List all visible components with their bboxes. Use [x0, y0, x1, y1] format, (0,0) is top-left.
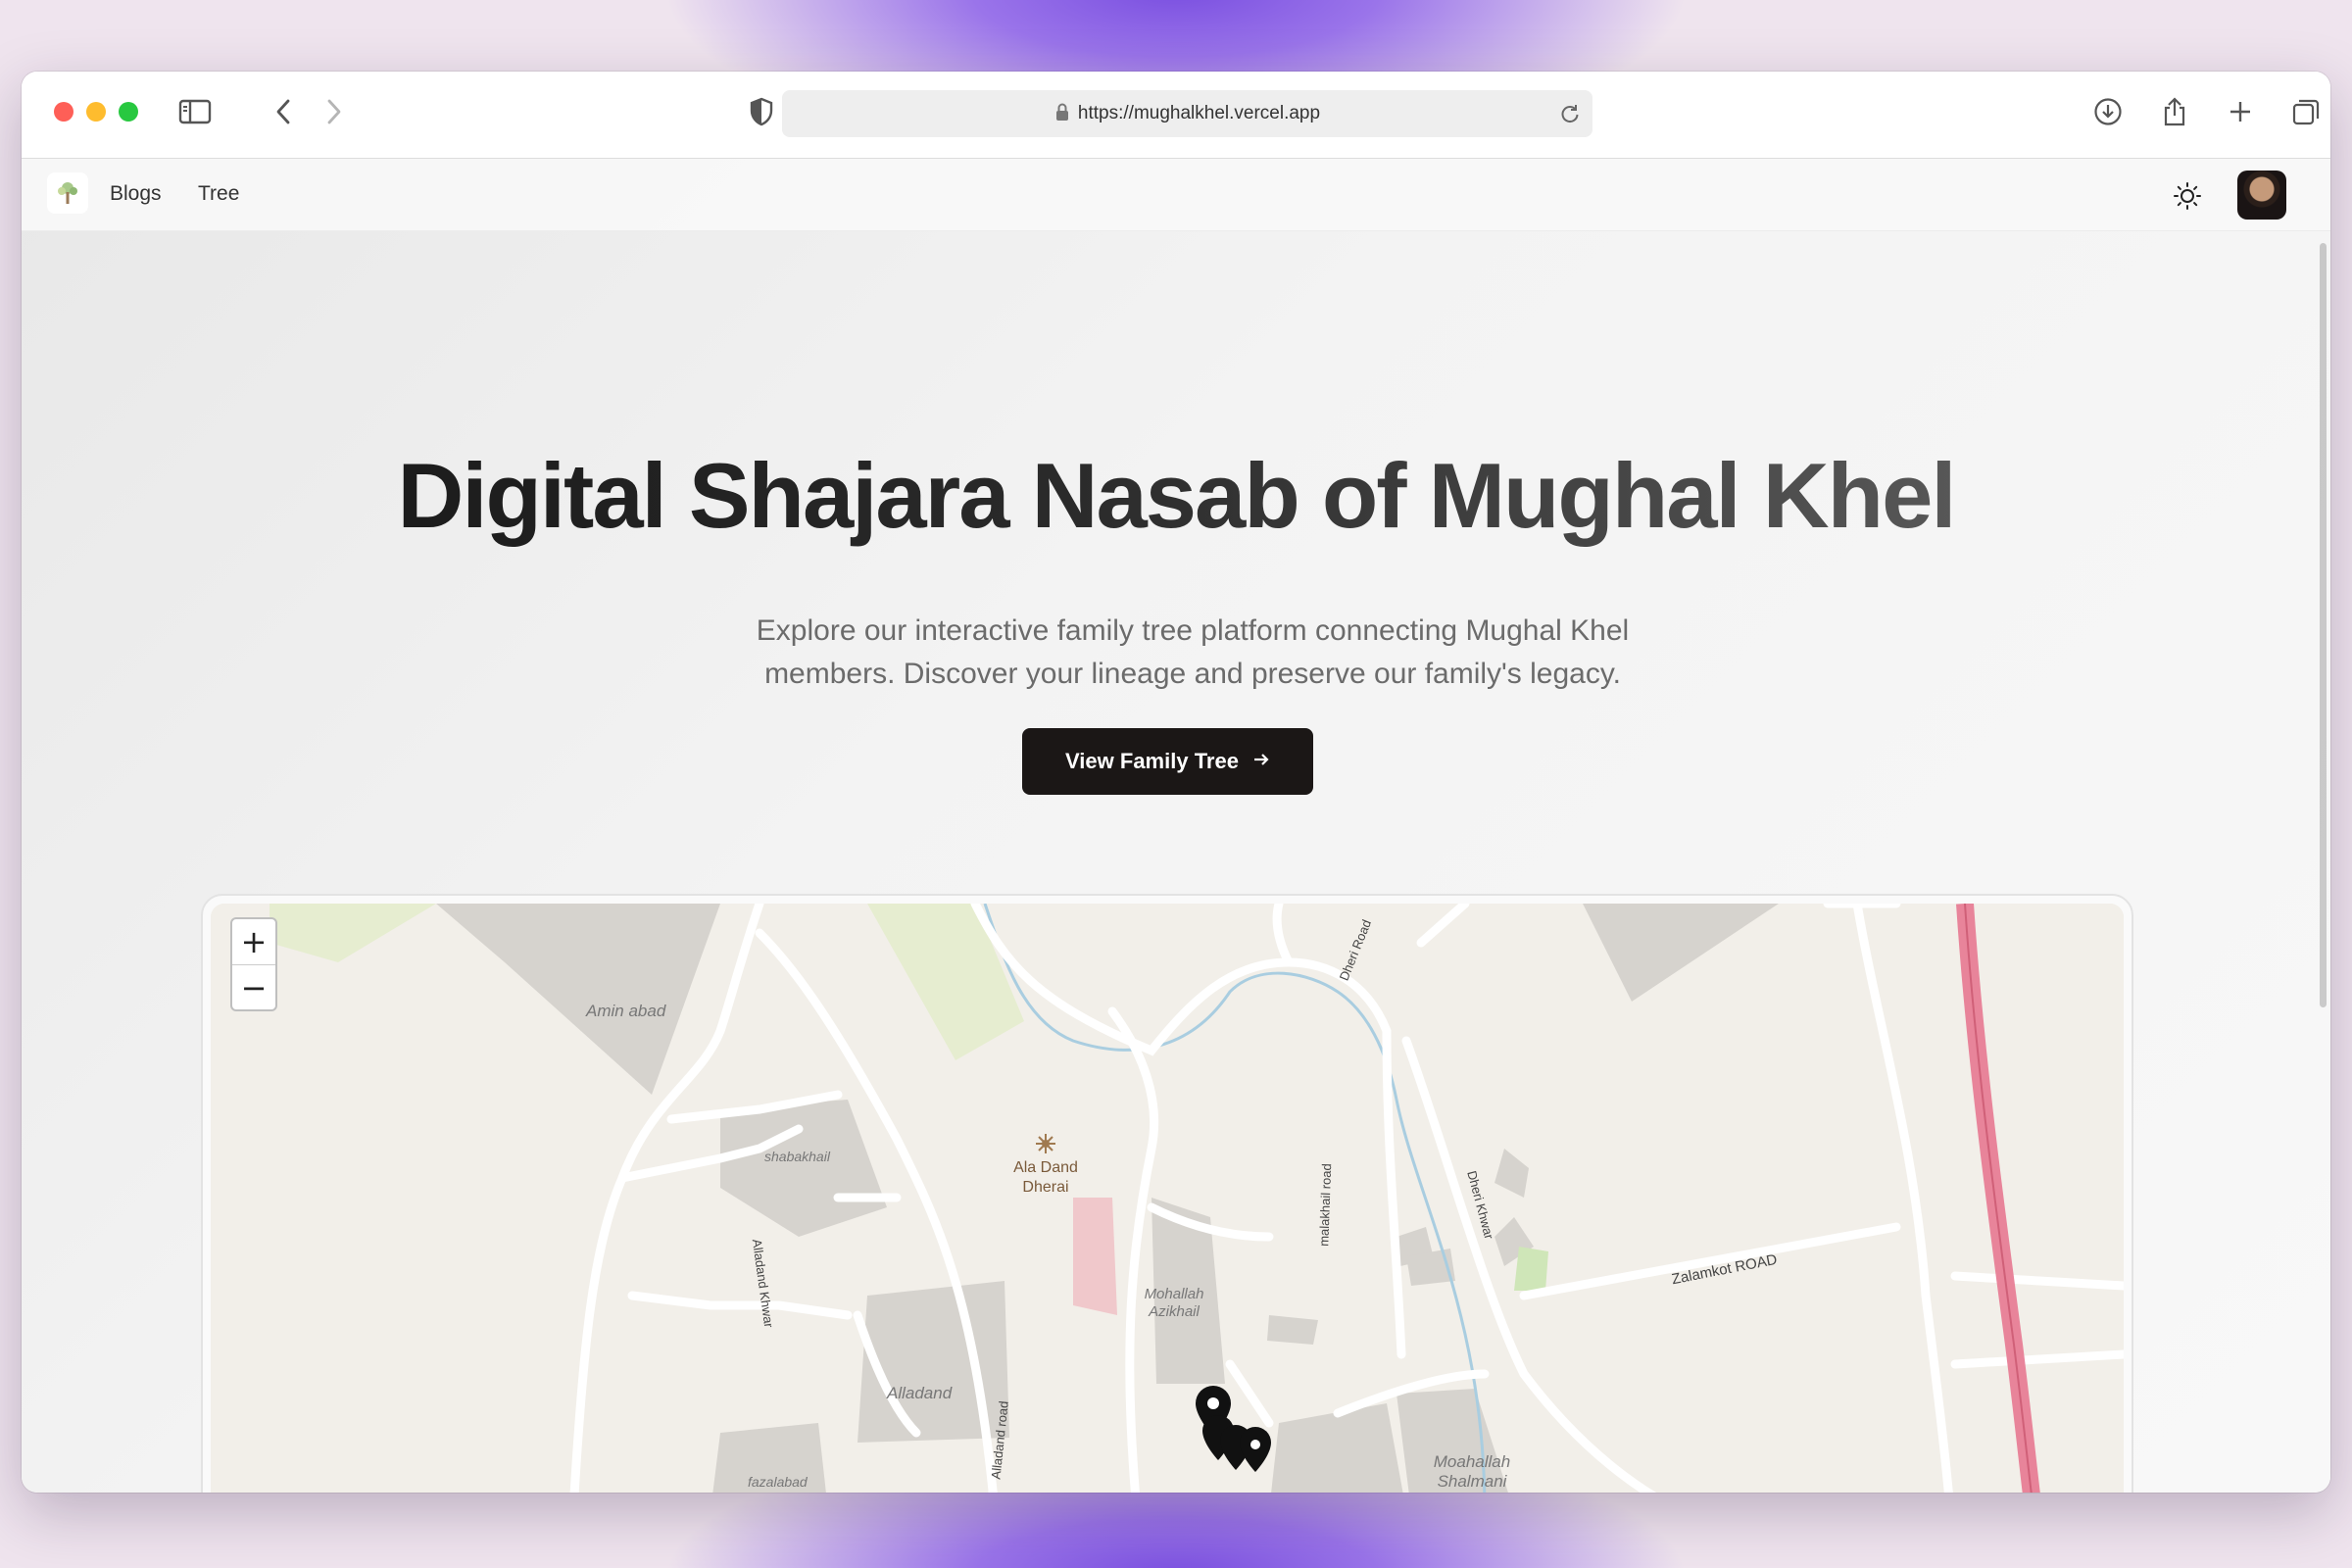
map-label-mohallah-azikhail: Mohallah Azikhail — [1144, 1286, 1204, 1320]
map-label-alladand: Alladand — [887, 1384, 953, 1402]
tree-logo-icon[interactable] — [47, 172, 88, 214]
website-viewport: Blogs Tree Digital Shajara Nasab of Mugh… — [22, 159, 2330, 1493]
url-text: https://mughalkhel.vercel.app — [1077, 103, 1321, 123]
page-scrollbar[interactable] — [2320, 243, 2327, 1007]
nav-link-blogs[interactable]: Blogs — [110, 182, 162, 206]
hero-title: Digital Shajara Nasab of Mughal Khel — [22, 443, 2330, 549]
map-card: + − Amin abad shabakhail Alladand fazala… — [201, 894, 2133, 1493]
zoom-out-button[interactable]: − — [232, 964, 275, 1009]
lock-icon — [1054, 102, 1070, 126]
map-label-amin-abad: Amin abad — [586, 1002, 666, 1020]
zoom-in-button[interactable]: + — [232, 919, 275, 964]
minimize-window-button[interactable] — [86, 102, 106, 122]
browser-toolbar: https://mughalkhel.vercel.app — [22, 72, 2330, 159]
sun-icon[interactable] — [2169, 177, 2206, 215]
arrow-right-icon — [1252, 749, 1270, 774]
avatar[interactable] — [2237, 171, 2286, 220]
new-tab-icon[interactable] — [2222, 93, 2259, 130]
tabs-overview-icon[interactable] — [2287, 93, 2325, 130]
sidebar-icon[interactable] — [176, 93, 214, 130]
map-label-moahallah-shalmani: Moahallah Shalmani — [1433, 1452, 1511, 1491]
zoom-control: + − — [230, 917, 277, 1011]
map-label-fazalabad: fazalabad — [748, 1474, 808, 1490]
reload-icon[interactable] — [1555, 99, 1585, 128]
map-label-shabakhail: shabakhail — [764, 1149, 830, 1164]
share-icon[interactable] — [2156, 93, 2193, 130]
download-icon[interactable] — [2089, 93, 2127, 130]
close-window-button[interactable] — [54, 102, 74, 122]
poi-icon — [1036, 1134, 1055, 1153]
map-tiles — [211, 904, 2124, 1493]
maximize-window-button[interactable] — [119, 102, 138, 122]
forward-icon[interactable] — [316, 93, 353, 130]
site-navbar: Blogs Tree — [22, 159, 2330, 231]
location-map[interactable]: + − Amin abad shabakhail Alladand fazala… — [211, 904, 2124, 1493]
browser-window: https://mughalkhel.vercel.app Blogs Tree — [22, 72, 2330, 1493]
view-family-tree-button[interactable]: View Family Tree — [1022, 728, 1313, 795]
cta-label: View Family Tree — [1065, 749, 1239, 773]
road-label-malakhail-road: malakhail road — [1316, 1162, 1335, 1248]
address-bar[interactable]: https://mughalkhel.vercel.app — [782, 90, 1592, 137]
hero-subtitle: Explore our interactive family tree plat… — [756, 614, 1630, 690]
nav-link-tree[interactable]: Tree — [198, 182, 239, 206]
shield-icon[interactable] — [743, 93, 780, 130]
back-icon[interactable] — [265, 93, 302, 130]
map-poi-ala-dand-dherai: Ala Dand Dherai — [1013, 1159, 1078, 1196]
